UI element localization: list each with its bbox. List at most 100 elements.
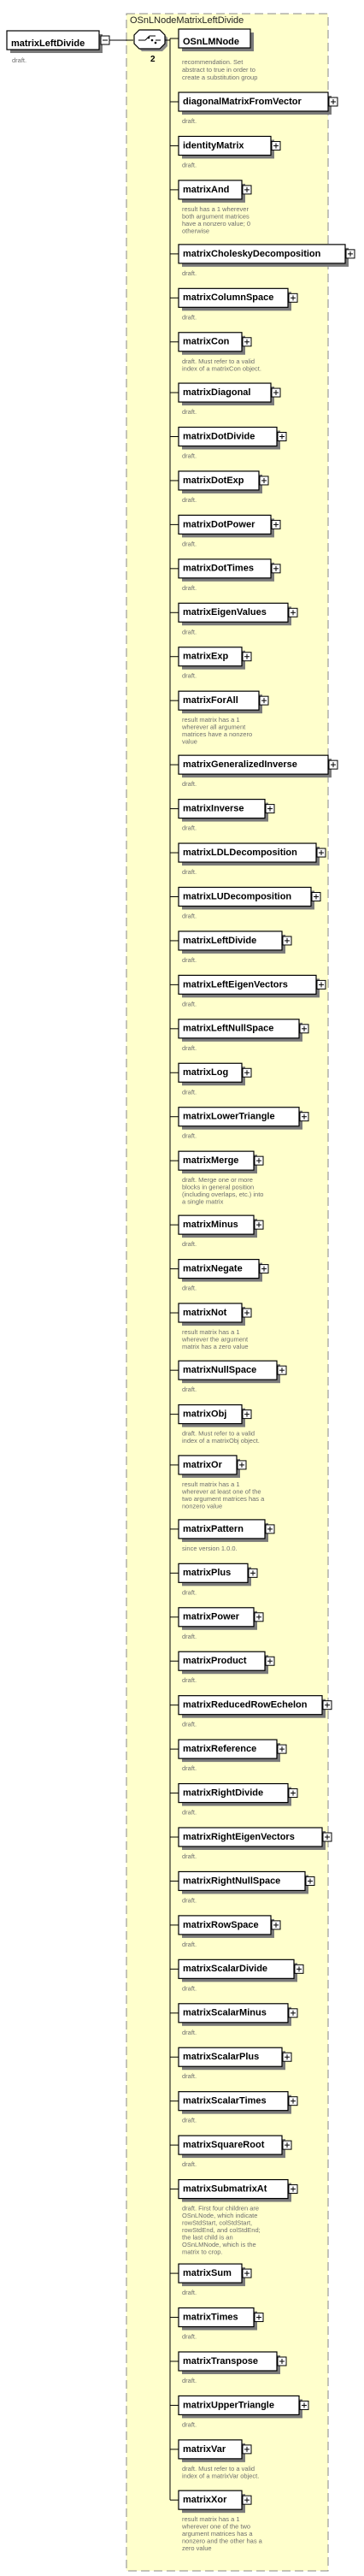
element-matrixReference[interactable]: matrixReference <box>178 1739 287 1763</box>
expand-plus-icon[interactable] <box>299 1024 309 1034</box>
expand-plus-icon[interactable] <box>277 432 287 442</box>
expand-plus-icon[interactable] <box>259 695 269 706</box>
element-matrixGeneralizedInverse[interactable]: matrixGeneralizedInverse <box>178 754 338 778</box>
element-matrixScalarTimes[interactable]: matrixScalarTimes <box>178 2091 298 2114</box>
element-identityMatrix[interactable]: identityMatrix <box>178 135 281 159</box>
expand-plus-icon[interactable] <box>322 1700 332 1710</box>
element-matrixEigenValues[interactable]: matrixEigenValues <box>178 602 298 626</box>
element-matrixRightNullSpace[interactable]: matrixRightNullSpace <box>178 1870 315 1894</box>
element-matrixRowSpace[interactable]: matrixRowSpace <box>178 1915 281 1938</box>
expand-plus-icon[interactable] <box>282 2140 292 2150</box>
element-matrixXor[interactable]: matrixXor <box>178 2490 252 2514</box>
element-matrixPower[interactable]: matrixPower <box>178 1607 264 1630</box>
expand-plus-icon[interactable] <box>277 1744 287 1754</box>
expand-plus-icon[interactable] <box>328 97 338 107</box>
element-matrixNot[interactable]: matrixNot <box>178 1303 252 1326</box>
element-matrixTranspose[interactable]: matrixTranspose <box>178 2351 287 2374</box>
element-matrixSquareRoot[interactable]: matrixSquareRoot <box>178 2135 292 2159</box>
element-matrixMinus[interactable]: matrixMinus <box>178 1214 264 1238</box>
element-matrixVar[interactable]: matrixVar <box>178 2439 252 2462</box>
element-matrixLDLDecomposition[interactable]: matrixLDLDecomposition <box>178 842 326 866</box>
choice-compositor-icon[interactable] <box>133 29 167 51</box>
first-child-element[interactable]: OSnLMNode <box>178 28 254 51</box>
element-matrixLUDecomposition[interactable]: matrixLUDecomposition <box>178 886 321 910</box>
expand-plus-icon[interactable] <box>271 387 281 398</box>
expand-plus-icon[interactable] <box>248 1568 258 1578</box>
expand-plus-icon[interactable] <box>316 979 326 990</box>
expand-plus-icon[interactable] <box>271 140 281 151</box>
element-matrixCholeskyDecomposition[interactable]: matrixCholeskyDecomposition <box>178 244 355 267</box>
expand-plus-icon[interactable] <box>311 891 321 901</box>
element-matrixMerge[interactable]: matrixMerge <box>178 1150 264 1174</box>
expand-plus-icon[interactable] <box>242 1308 252 1318</box>
expand-plus-icon[interactable] <box>254 2313 264 2323</box>
root-element[interactable]: matrixLeftDivide <box>6 30 110 53</box>
expand-plus-icon[interactable] <box>288 1788 298 1799</box>
expand-plus-icon[interactable] <box>277 1365 287 1375</box>
element-matrixColumnSpace[interactable]: matrixColumnSpace <box>178 287 298 311</box>
expand-plus-icon[interactable] <box>242 337 252 347</box>
expand-plus-icon[interactable] <box>299 2400 309 2410</box>
element-diagonalMatrixFromVector[interactable]: diagonalMatrixFromVector <box>178 92 338 115</box>
expand-plus-icon[interactable] <box>282 2052 292 2062</box>
expand-plus-icon[interactable] <box>265 804 275 814</box>
expand-plus-icon[interactable] <box>271 519 281 529</box>
expand-plus-icon[interactable] <box>288 2096 298 2106</box>
element-matrixDotPower[interactable]: matrixDotPower <box>178 514 281 538</box>
expand-plus-icon[interactable] <box>305 1876 315 1886</box>
element-matrixRightDivide[interactable]: matrixRightDivide <box>178 1782 298 1806</box>
expand-plus-icon[interactable] <box>265 1656 275 1666</box>
element-matrixLeftEigenVectors[interactable]: matrixLeftEigenVectors <box>178 974 326 998</box>
element-matrixLeftDivide[interactable]: matrixLeftDivide <box>178 931 292 954</box>
element-matrixDiagonal[interactable]: matrixDiagonal <box>178 382 281 406</box>
element-matrixDotDivide[interactable]: matrixDotDivide <box>178 426 287 450</box>
expand-plus-icon[interactable] <box>277 2356 287 2366</box>
expand-plus-icon[interactable] <box>242 2268 252 2278</box>
expand-minus-icon[interactable] <box>100 35 110 45</box>
element-matrixSubmatrixAt[interactable]: matrixSubmatrixAt <box>178 2178 298 2202</box>
element-matrixInverse[interactable]: matrixInverse <box>178 799 275 822</box>
expand-plus-icon[interactable] <box>271 564 281 574</box>
element-matrixObj[interactable]: matrixObj <box>178 1404 252 1427</box>
expand-plus-icon[interactable] <box>237 1460 247 1470</box>
element-matrixAnd[interactable]: matrixAnd <box>178 180 252 203</box>
expand-plus-icon[interactable] <box>259 476 269 486</box>
expand-plus-icon[interactable] <box>242 1409 252 1420</box>
expand-plus-icon[interactable] <box>242 652 252 662</box>
expand-plus-icon[interactable] <box>328 759 338 770</box>
expand-plus-icon[interactable] <box>242 185 252 195</box>
element-matrixPattern[interactable]: matrixPattern <box>178 1519 275 1542</box>
expand-plus-icon[interactable] <box>254 1612 264 1622</box>
expand-plus-icon[interactable] <box>242 2444 252 2455</box>
element-matrixCon[interactable]: matrixCon <box>178 332 252 355</box>
element-matrixExp[interactable]: matrixExp <box>178 647 252 670</box>
element-matrixReducedRowEchelon[interactable]: matrixReducedRowEchelon <box>178 1695 332 1718</box>
element-matrixNullSpace[interactable]: matrixNullSpace <box>178 1360 287 1384</box>
element-matrixNegate[interactable]: matrixNegate <box>178 1258 269 1282</box>
element-matrixRightEigenVectors[interactable]: matrixRightEigenVectors <box>178 1827 332 1851</box>
expand-plus-icon[interactable] <box>259 1264 269 1274</box>
element-matrixLowerTriangle[interactable]: matrixLowerTriangle <box>178 1107 309 1130</box>
element-matrixSum[interactable]: matrixSum <box>178 2263 252 2287</box>
element-matrixScalarDivide[interactable]: matrixScalarDivide <box>178 1959 304 1982</box>
expand-plus-icon[interactable] <box>242 1067 252 1078</box>
element-matrixUpperTriangle[interactable]: matrixUpperTriangle <box>178 2395 309 2419</box>
element-matrixLeftNullSpace[interactable]: matrixLeftNullSpace <box>178 1019 309 1042</box>
expand-plus-icon[interactable] <box>294 1964 304 1974</box>
element-matrixProduct[interactable]: matrixProduct <box>178 1651 275 1675</box>
expand-plus-icon[interactable] <box>322 1832 332 1842</box>
element-matrixPlus[interactable]: matrixPlus <box>178 1563 258 1586</box>
expand-plus-icon[interactable] <box>242 2495 252 2505</box>
element-matrixDotExp[interactable]: matrixDotExp <box>178 470 269 493</box>
expand-plus-icon[interactable] <box>288 2008 298 2018</box>
element-matrixOr[interactable]: matrixOr <box>178 1455 247 1478</box>
expand-plus-icon[interactable] <box>288 292 298 303</box>
element-matrixScalarMinus[interactable]: matrixScalarMinus <box>178 2003 298 2026</box>
expand-plus-icon[interactable] <box>316 848 326 858</box>
expand-plus-icon[interactable] <box>288 607 298 617</box>
expand-plus-icon[interactable] <box>299 1112 309 1122</box>
expand-plus-icon[interactable] <box>345 249 355 259</box>
expand-plus-icon[interactable] <box>271 1920 281 1930</box>
expand-plus-icon[interactable] <box>254 1155 264 1166</box>
element-matrixLog[interactable]: matrixLog <box>178 1062 252 1086</box>
